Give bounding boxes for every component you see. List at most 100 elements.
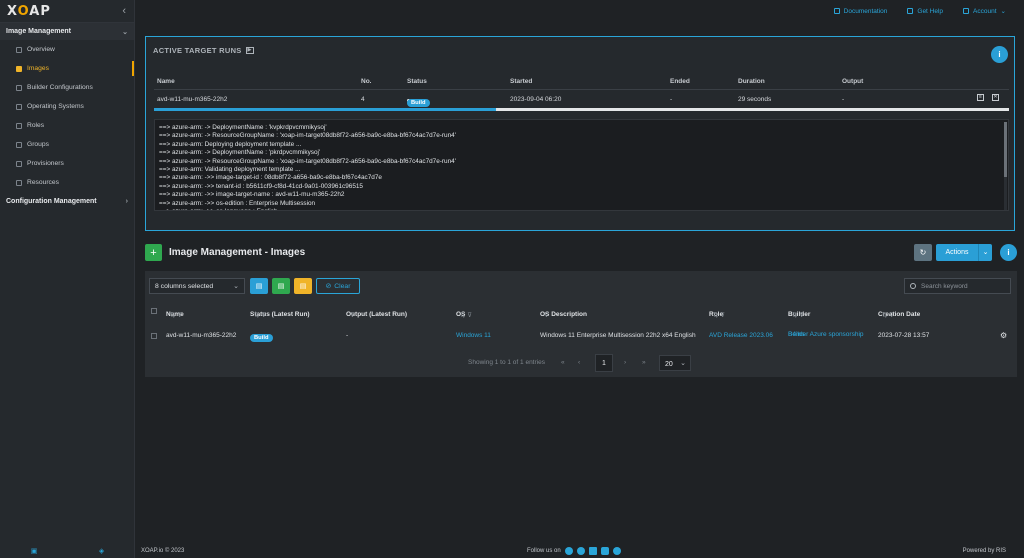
sidebar-item-overview[interactable]: Overview	[0, 40, 134, 59]
chevron-down-icon: ⌄	[233, 283, 239, 290]
sidebar-item-label: Overview	[27, 46, 55, 53]
images-table-header: Name ⇅ ⊽ Status (Latest Run) ⇅ ⊽ Output (L…	[145, 303, 1017, 321]
sidebar-item-label: Resources	[27, 179, 59, 186]
console-line: ==> azure-arm: ->> tenant-id : b5611cf9-…	[159, 182, 363, 190]
sort-filter-icon[interactable]: ⇅ ⊽	[170, 311, 182, 319]
image-creation-date: 2023-07-28 13:57	[878, 332, 930, 339]
get-help-link[interactable]: Get Help	[907, 8, 943, 15]
cancel-run-icon[interactable]: ✕	[992, 94, 999, 101]
clear-filters-button[interactable]: ⊘ Clear	[316, 278, 360, 294]
sidebar-item-label: Builder Configurations	[27, 84, 93, 91]
table-row[interactable]: avd-w11-mu-m365-22h2 Build - Windows 11 …	[145, 327, 1017, 345]
run-no: 4	[361, 96, 365, 103]
sidebar-item-roles[interactable]: Roles	[0, 116, 134, 135]
play-icon[interactable]: ▶	[245, 47, 254, 54]
first-page-button[interactable]: «	[561, 359, 565, 366]
sort-filter-icon[interactable]: ⇅ ⊽	[254, 311, 266, 319]
sidebar-item-builder-configurations[interactable]: Builder Configurations	[0, 78, 134, 97]
info-button[interactable]: i	[991, 46, 1008, 63]
github-icon[interactable]	[612, 546, 621, 555]
sidebar-item-label: Groups	[27, 141, 49, 148]
grid-icon[interactable]: ▣	[31, 547, 38, 555]
console-line: ==> azure-arm: ->> image-target-name : a…	[159, 191, 345, 199]
social-links: Follow us on	[527, 546, 621, 555]
location-pin-icon[interactable]: ◈	[99, 547, 104, 555]
sidebar-item-groups[interactable]: Groups	[0, 135, 134, 154]
sort-filter-icon[interactable]: ⇅ ⊽	[882, 311, 894, 319]
run-ended: -	[670, 96, 673, 103]
refresh-icon: ↻	[919, 248, 927, 257]
sort-filter-icon[interactable]: ⊽	[544, 311, 549, 319]
console-line: ==> azure-arm: -> DeploymentName : 'kvpk…	[159, 124, 327, 131]
document-icon	[833, 8, 840, 14]
column-selector[interactable]: 8 columns selected ⌄	[149, 278, 245, 294]
info-icon: i	[1007, 248, 1010, 257]
console-lines: ==> azure-arm: -> DeploymentName : 'kvpk…	[159, 124, 1004, 210]
sort-filter-icon[interactable]: ⇅ ⊽	[460, 311, 472, 319]
xoap-logo[interactable]: XOAP	[7, 4, 51, 19]
youtube-icon[interactable]	[600, 546, 609, 555]
next-page-button[interactable]: ›	[624, 359, 626, 366]
select-all-checkbox[interactable]	[151, 308, 157, 314]
prev-page-button[interactable]: ‹	[578, 359, 580, 366]
console-line: ==> azure-arm: ->> image-target-id : 08d…	[159, 174, 382, 182]
page-1-button[interactable]: 1	[595, 354, 613, 372]
documentation-link[interactable]: Documentation	[833, 8, 887, 15]
run-progress-fill	[154, 108, 496, 111]
excel-file-icon: ▤	[277, 283, 285, 290]
twitter-icon[interactable]	[576, 546, 585, 555]
copyright: XOAP.io © 2023	[141, 547, 185, 554]
sidebar-item-images[interactable]: Images	[0, 59, 134, 78]
last-page-button[interactable]: »	[642, 359, 646, 366]
page-size-value: 20	[665, 361, 673, 368]
console-scrollbar[interactable]	[1004, 122, 1007, 210]
gear-icon[interactable]: ⚙	[1000, 331, 1007, 340]
follow-label: Follow us on	[527, 547, 561, 554]
sidebar-item-operating-systems[interactable]: Operating Systems	[0, 97, 134, 116]
table-row[interactable]: avd-w11-mu-m365-22h2 4 Build 2023-09-04 …	[154, 90, 1009, 109]
build-log-console[interactable]: ==> azure-arm: -> DeploymentName : 'kvpk…	[154, 119, 1009, 211]
linkedin-icon[interactable]	[588, 546, 597, 555]
refresh-button[interactable]: ↻	[914, 244, 932, 261]
sort-filter-icon[interactable]: ⇅ ⊽	[792, 311, 804, 319]
page-size-select[interactable]: 20 ⌄	[659, 355, 691, 371]
sort-filter-icon[interactable]: ⊽	[350, 311, 355, 319]
add-image-button[interactable]: +	[145, 244, 162, 261]
search-icon	[910, 283, 916, 289]
status-badge: Build	[250, 334, 273, 342]
export-csv-button[interactable]: ▤	[250, 278, 268, 294]
page-title: Image Management - Images	[169, 247, 306, 258]
col-ended: Ended	[670, 78, 690, 85]
export-excel-button[interactable]: ▤	[272, 278, 290, 294]
nav-section-configuration-management[interactable]: Configuration Management ›	[0, 192, 134, 210]
image-role-link[interactable]: AVD Release 2023.06	[709, 332, 773, 339]
view-log-icon[interactable]: ≡	[977, 94, 984, 101]
sidebar-item-provisioners[interactable]: Provisioners	[0, 154, 134, 173]
col-status: Status	[407, 78, 427, 85]
builder-line-2: B4ms	[788, 331, 805, 338]
powered-by: Powered by RIS	[962, 547, 1006, 554]
col-duration: Duration	[738, 78, 765, 85]
run-duration: 29 seconds	[738, 96, 772, 103]
image-name[interactable]: avd-w11-mu-m365-22h2	[166, 332, 236, 339]
col-label: Output (Latest Run)	[346, 311, 408, 318]
sidebar-item-label: Images	[27, 65, 49, 72]
image-os-link[interactable]: Windows 11	[456, 332, 491, 339]
account-label: Account	[973, 7, 997, 15]
account-menu[interactable]: Account ⌄	[963, 7, 1006, 15]
console-scroll-thumb[interactable]	[1004, 122, 1007, 177]
search-placeholder: Search keyword	[921, 283, 968, 290]
facebook-icon[interactable]	[564, 546, 573, 555]
actions-label: Actions	[945, 249, 969, 256]
pagination: Showing 1 to 1 of 1 entries « ‹ 1 › » 20…	[145, 354, 1017, 372]
search-input[interactable]: Search keyword	[904, 278, 1011, 294]
sidebar-item-resources[interactable]: Resources	[0, 173, 134, 192]
export-pdf-button[interactable]: ▤	[294, 278, 312, 294]
actions-button[interactable]: Actions ⌄	[936, 244, 992, 261]
nav-section-image-management[interactable]: Image Management ⌄	[0, 22, 134, 40]
images-info-button[interactable]: i	[1000, 244, 1017, 261]
row-checkbox[interactable]	[151, 333, 157, 339]
sort-filter-icon[interactable]: ⇅ ⊽	[713, 311, 725, 319]
collapse-sidebar-icon[interactable]: ‹	[122, 5, 126, 17]
col-output: Output	[842, 78, 864, 85]
